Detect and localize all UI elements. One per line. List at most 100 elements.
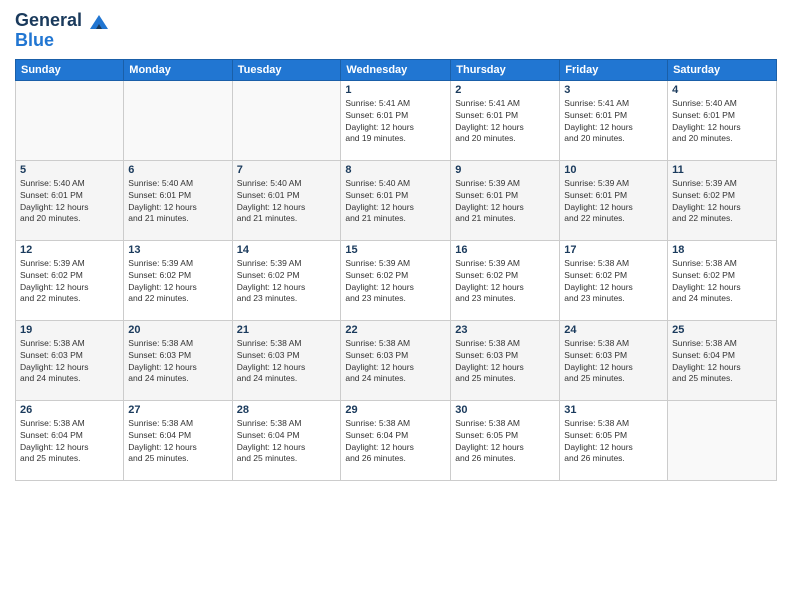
day-number: 18 — [672, 244, 772, 256]
day-cell: 12 Sunrise: 5:39 AMSunset: 6:02 PMDayligh… — [16, 240, 124, 320]
day-number: 14 — [237, 244, 337, 256]
weekday-header-monday: Monday — [124, 59, 232, 80]
weekday-header-sunday: Sunday — [16, 59, 124, 80]
day-cell: 11 Sunrise: 5:39 AMSunset: 6:02 PMDayligh… — [668, 160, 777, 240]
day-info: Sunrise: 5:41 AMSunset: 6:01 PMDaylight:… — [455, 98, 555, 146]
week-row-2: 5 Sunrise: 5:40 AMSunset: 6:01 PMDaylight… — [16, 160, 777, 240]
day-info: Sunrise: 5:40 AMSunset: 6:01 PMDaylight:… — [672, 98, 772, 146]
day-cell: 19 Sunrise: 5:38 AMSunset: 6:03 PMDayligh… — [16, 320, 124, 400]
day-cell: 8Sunrise: 5:40 AMSunset: 6:01 PMDaylight… — [341, 160, 451, 240]
weekday-header-thursday: Thursday — [451, 59, 560, 80]
day-info: Sunrise: 5:39 AMSunset: 6:02 PMDaylight:… — [455, 258, 555, 306]
weekday-header-tuesday: Tuesday — [232, 59, 341, 80]
day-info: Sunrise: 5:39 AMSunset: 6:01 PMDaylight:… — [455, 178, 555, 226]
day-cell: 26 Sunrise: 5:38 AMSunset: 6:04 PMDayligh… — [16, 400, 124, 480]
day-number: 7 — [237, 164, 337, 176]
day-cell: 9 Sunrise: 5:39 AMSunset: 6:01 PMDaylight… — [451, 160, 560, 240]
day-info: Sunrise: 5:41 AMSunset: 6:01 PMDaylight:… — [564, 98, 663, 146]
week-row-1: 1 Sunrise: 5:41 AMSunset: 6:01 PMDaylight… — [16, 80, 777, 160]
day-cell: 25 Sunrise: 5:38 AMSunset: 6:04 PMDayligh… — [668, 320, 777, 400]
day-info: Sunrise: 5:39 AMSunset: 6:02 PMDaylight:… — [20, 258, 119, 306]
day-info: Sunrise: 5:38 AMSunset: 6:03 PMDaylight:… — [128, 338, 227, 386]
day-cell: 30 Sunrise: 5:38 AMSunset: 6:05 PMDayligh… — [451, 400, 560, 480]
day-info: Sunrise: 5:38 AMSunset: 6:02 PMDaylight:… — [564, 258, 663, 306]
weekday-header-friday: Friday — [560, 59, 668, 80]
day-number: 2 — [455, 84, 555, 96]
day-cell: 17 Sunrise: 5:38 AMSunset: 6:02 PMDayligh… — [560, 240, 668, 320]
day-number: 31 — [564, 404, 663, 416]
day-cell: 16 Sunrise: 5:39 AMSunset: 6:02 PMDayligh… — [451, 240, 560, 320]
day-cell: 31Sunrise: 5:38 AMSunset: 6:05 PMDayligh… — [560, 400, 668, 480]
day-number: 9 — [455, 164, 555, 176]
weekday-header-row: SundayMondayTuesdayWednesdayThursdayFrid… — [16, 59, 777, 80]
day-number: 28 — [237, 404, 337, 416]
day-number: 25 — [672, 324, 772, 336]
week-row-4: 19 Sunrise: 5:38 AMSunset: 6:03 PMDayligh… — [16, 320, 777, 400]
day-number: 15 — [345, 244, 446, 256]
header: General Blue — [15, 10, 777, 51]
day-cell: 6Sunrise: 5:40 AMSunset: 6:01 PMDaylight… — [124, 160, 232, 240]
weekday-header-wednesday: Wednesday — [341, 59, 451, 80]
day-number: 16 — [455, 244, 555, 256]
day-number: 24 — [564, 324, 663, 336]
day-info: Sunrise: 5:38 AMSunset: 6:04 PMDaylight:… — [672, 338, 772, 386]
day-cell: 2 Sunrise: 5:41 AMSunset: 6:01 PMDaylight… — [451, 80, 560, 160]
day-number: 1 — [345, 84, 446, 96]
day-number: 10 — [564, 164, 663, 176]
day-number: 17 — [564, 244, 663, 256]
day-number: 21 — [237, 324, 337, 336]
day-number: 29 — [345, 404, 446, 416]
logo-blue: Blue — [15, 30, 111, 51]
day-cell: 21Sunrise: 5:38 AMSunset: 6:03 PMDayligh… — [232, 320, 341, 400]
logo-icon — [88, 11, 110, 33]
day-info: Sunrise: 5:38 AMSunset: 6:03 PMDaylight:… — [564, 338, 663, 386]
day-info: Sunrise: 5:39 AMSunset: 6:01 PMDaylight:… — [564, 178, 663, 226]
day-number: 5 — [20, 164, 119, 176]
weekday-header-saturday: Saturday — [668, 59, 777, 80]
day-info: Sunrise: 5:38 AMSunset: 6:04 PMDaylight:… — [128, 418, 227, 466]
day-cell: 18Sunrise: 5:38 AMSunset: 6:02 PMDayligh… — [668, 240, 777, 320]
day-number: 27 — [128, 404, 227, 416]
day-cell: 27 Sunrise: 5:38 AMSunset: 6:04 PMDayligh… — [124, 400, 232, 480]
day-number: 30 — [455, 404, 555, 416]
calendar-page: General Blue SundayMondayTuesdayWednesda… — [0, 0, 792, 612]
day-number: 11 — [672, 164, 772, 176]
day-number: 22 — [345, 324, 446, 336]
day-cell: 29 Sunrise: 5:38 AMSunset: 6:04 PMDayligh… — [341, 400, 451, 480]
day-cell: 22 Sunrise: 5:38 AMSunset: 6:03 PMDayligh… — [341, 320, 451, 400]
day-info: Sunrise: 5:38 AMSunset: 6:04 PMDaylight:… — [237, 418, 337, 466]
week-row-5: 26 Sunrise: 5:38 AMSunset: 6:04 PMDayligh… — [16, 400, 777, 480]
day-number: 26 — [20, 404, 119, 416]
day-number: 19 — [20, 324, 119, 336]
day-info: Sunrise: 5:38 AMSunset: 6:05 PMDaylight:… — [455, 418, 555, 466]
day-number: 20 — [128, 324, 227, 336]
day-info: Sunrise: 5:38 AMSunset: 6:04 PMDaylight:… — [20, 418, 119, 466]
day-info: Sunrise: 5:38 AMSunset: 6:03 PMDaylight:… — [345, 338, 446, 386]
day-number: 8 — [345, 164, 446, 176]
day-number: 4 — [672, 84, 772, 96]
day-info: Sunrise: 5:38 AMSunset: 6:03 PMDaylight:… — [20, 338, 119, 386]
day-number: 23 — [455, 324, 555, 336]
day-info: Sunrise: 5:41 AMSunset: 6:01 PMDaylight:… — [345, 98, 446, 146]
day-cell: 14Sunrise: 5:39 AMSunset: 6:02 PMDayligh… — [232, 240, 341, 320]
day-cell: 10 Sunrise: 5:39 AMSunset: 6:01 PMDayligh… — [560, 160, 668, 240]
day-cell: 13Sunrise: 5:39 AMSunset: 6:02 PMDayligh… — [124, 240, 232, 320]
day-cell — [16, 80, 124, 160]
day-number: 3 — [564, 84, 663, 96]
day-cell: 24 Sunrise: 5:38 AMSunset: 6:03 PMDayligh… — [560, 320, 668, 400]
day-cell: 15 Sunrise: 5:39 AMSunset: 6:02 PMDayligh… — [341, 240, 451, 320]
day-cell — [232, 80, 341, 160]
day-cell: 4 Sunrise: 5:40 AMSunset: 6:01 PMDaylight… — [668, 80, 777, 160]
day-number: 12 — [20, 244, 119, 256]
day-cell: 28 Sunrise: 5:38 AMSunset: 6:04 PMDayligh… — [232, 400, 341, 480]
day-info: Sunrise: 5:40 AMSunset: 6:01 PMDaylight:… — [20, 178, 119, 226]
day-cell: 5 Sunrise: 5:40 AMSunset: 6:01 PMDaylight… — [16, 160, 124, 240]
day-cell — [124, 80, 232, 160]
week-row-3: 12 Sunrise: 5:39 AMSunset: 6:02 PMDayligh… — [16, 240, 777, 320]
day-number: 13 — [128, 244, 227, 256]
day-info: Sunrise: 5:40 AMSunset: 6:01 PMDaylight:… — [128, 178, 227, 226]
day-info: Sunrise: 5:39 AMSunset: 6:02 PMDaylight:… — [345, 258, 446, 306]
day-info: Sunrise: 5:38 AMSunset: 6:03 PMDaylight:… — [455, 338, 555, 386]
day-info: Sunrise: 5:39 AMSunset: 6:02 PMDaylight:… — [672, 178, 772, 226]
day-info: Sunrise: 5:38 AMSunset: 6:04 PMDaylight:… — [345, 418, 446, 466]
